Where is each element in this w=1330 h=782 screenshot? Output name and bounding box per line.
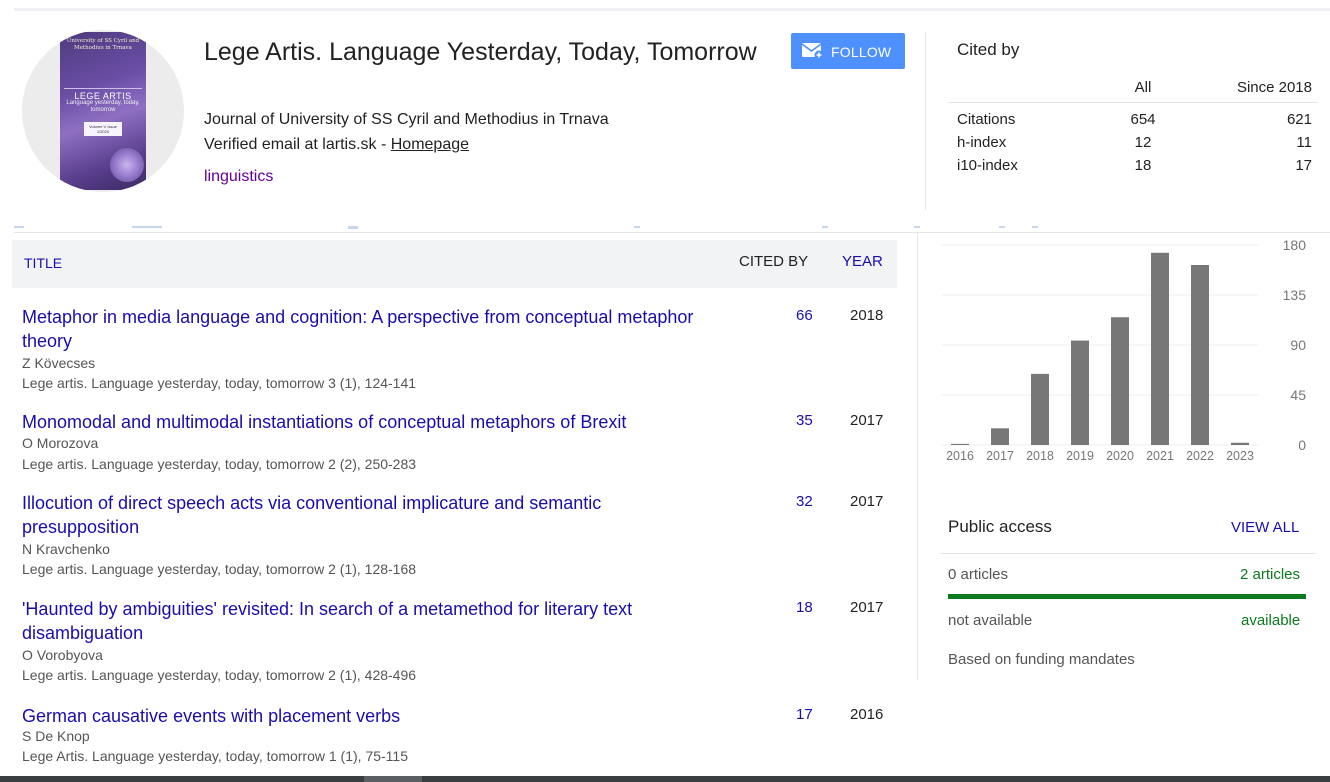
cover-university: University of SS Cyril and Methodius in … xyxy=(66,38,140,51)
histogram-bar-2016[interactable] xyxy=(951,443,969,445)
x-tick-label: 2017 xyxy=(986,449,1014,463)
article-year: 2017 xyxy=(850,412,884,429)
article-authors: O Morozova xyxy=(22,435,99,451)
metric-label: Citations xyxy=(957,111,1016,129)
x-tick-label: 2016 xyxy=(946,449,974,463)
sort-by-title[interactable]: TITLE xyxy=(24,255,62,271)
x-tick-label: 2022 xyxy=(1186,449,1214,463)
top-divider xyxy=(14,8,1330,11)
metric-since: 11 xyxy=(1296,134,1312,151)
available-label: available xyxy=(1241,612,1301,629)
cited-row-citations: Citations 654 621 xyxy=(948,102,1318,131)
article-year: 2017 xyxy=(850,493,884,510)
x-tick-label: 2023 xyxy=(1226,449,1254,463)
interest-link[interactable]: linguistics xyxy=(204,168,273,186)
not-available-label: not available xyxy=(948,612,1033,629)
profile-name: Lege Artis. Language Yesterday, Today, T… xyxy=(204,38,757,66)
article-venue: Lege artis. Language yesterday, today, t… xyxy=(22,667,417,683)
article-cited-count[interactable]: 32 xyxy=(796,493,813,510)
cited-by-table: All Since 2018 Citations 654 621 h-index… xyxy=(948,78,1318,177)
not-available-count[interactable]: 0 articles xyxy=(948,566,1008,583)
header-divider xyxy=(925,32,926,210)
article-authors: Z Kövecses xyxy=(22,355,96,371)
journal-cover-image: University of SS Cyril and Methodius in … xyxy=(60,32,146,190)
y-tick-label: 0 xyxy=(1298,437,1306,453)
article-cited-count[interactable]: 35 xyxy=(796,412,813,429)
x-tick-label: 2018 xyxy=(1026,449,1054,463)
metric-all: 18 xyxy=(1134,157,1152,174)
sort-by-cited[interactable]: CITED BY xyxy=(739,253,808,270)
sort-by-year[interactable]: YEAR xyxy=(842,253,883,270)
cover-subtitle: Language yesterday, today, tomorrow xyxy=(66,100,140,113)
cited-by-title: Cited by xyxy=(957,40,1020,59)
available-count[interactable]: 2 articles xyxy=(1240,566,1300,583)
right-column-divider xyxy=(917,232,918,680)
article-year: 2016 xyxy=(850,706,884,723)
histogram-bar-2019[interactable] xyxy=(1071,340,1089,445)
y-tick-label: 90 xyxy=(1290,337,1306,353)
y-tick-label: 180 xyxy=(1283,237,1307,253)
metric-all: 654 xyxy=(1130,111,1156,129)
article-venue: Lege Artis. Language yesterday, today, t… xyxy=(22,748,408,764)
article-title-link[interactable]: German causative events with placement v… xyxy=(22,704,722,728)
metric-label: i10-index xyxy=(957,157,1018,174)
metric-since: 17 xyxy=(1295,157,1312,174)
cited-row-i10-index: i10-index 18 17 xyxy=(948,154,1318,177)
article-cited-count[interactable]: 17 xyxy=(796,706,813,723)
histogram-bar-2017[interactable] xyxy=(991,428,1009,445)
profile-email: Verified email at lartis.sk - Homepage xyxy=(204,136,469,154)
x-tick-label: 2019 xyxy=(1066,449,1094,463)
article-cited-count[interactable]: 66 xyxy=(796,307,813,324)
funding-mandates-note: Based on funding mandates xyxy=(948,651,1135,668)
follow-button[interactable]: FOLLOW xyxy=(791,33,905,69)
article-title-link[interactable]: Monomodal and multimodal instantiations … xyxy=(22,410,722,434)
articles-table-header: TITLE CITED BY YEAR xyxy=(12,240,897,288)
metric-label: h-index xyxy=(957,134,1007,151)
cover-emblem xyxy=(110,148,144,182)
metric-since: 621 xyxy=(1286,111,1312,129)
article-authors: S De Knop xyxy=(22,728,90,744)
homepage-link[interactable]: Homepage xyxy=(391,136,469,153)
article-year: 2017 xyxy=(850,599,884,616)
article-cited-count[interactable]: 18 xyxy=(796,599,813,616)
article-title-link[interactable]: Illocution of direct speech acts via con… xyxy=(22,491,722,539)
public-access-bar xyxy=(948,594,1306,599)
histogram-bar-2022[interactable] xyxy=(1191,265,1209,445)
scrollbar-thumb[interactable] xyxy=(364,776,422,782)
citations-histogram: 0 45 90 135 180 2016 2017 2018 2019 2020 2021 2022 2… xyxy=(942,237,1307,463)
profile-affiliation: Journal of University of SS Cyril and Me… xyxy=(204,111,609,128)
article-title-link[interactable]: Metaphor in media language and cognition… xyxy=(22,305,722,353)
cited-col-label xyxy=(948,78,1098,103)
cited-col-all: All xyxy=(1098,78,1188,103)
cited-col-since: Since 2018 xyxy=(1188,78,1318,103)
bottom-scrollbar[interactable] xyxy=(0,776,1330,782)
y-tick-label: 135 xyxy=(1283,287,1307,303)
article-authors: O Vorobyova xyxy=(22,647,103,663)
public-access-divider xyxy=(940,553,1316,554)
article-authors: N Kravchenko xyxy=(22,541,110,557)
public-access-bar-fill xyxy=(948,594,1306,599)
follow-label: FOLLOW xyxy=(831,44,892,60)
histogram-bar-2021[interactable] xyxy=(1151,252,1169,445)
histogram-bar-2020[interactable] xyxy=(1111,317,1129,445)
article-year: 2018 xyxy=(850,307,884,324)
follow-mail-icon xyxy=(802,43,824,59)
email-text: Verified email at lartis.sk - xyxy=(204,136,391,153)
article-title-link[interactable]: 'Haunted by ambiguities' revisited: In s… xyxy=(22,597,722,645)
cited-row-h-index: h-index 12 11 xyxy=(948,131,1318,154)
x-tick-label: 2020 xyxy=(1106,449,1134,463)
cover-volume: Volume V Issue 1/2020 xyxy=(84,122,122,136)
metric-all: 12 xyxy=(1134,134,1152,151)
histogram-bar-2018[interactable] xyxy=(1031,373,1049,445)
profile-photo[interactable]: University of SS Cyril and Methodius in … xyxy=(22,30,184,192)
public-access-title: Public access xyxy=(948,517,1052,536)
view-all-link[interactable]: VIEW ALL xyxy=(1231,519,1299,536)
article-venue: Lege artis. Language yesterday, today, t… xyxy=(22,456,417,472)
section-divider xyxy=(14,232,1330,233)
y-tick-label: 45 xyxy=(1290,387,1306,403)
histogram-bar-2023[interactable] xyxy=(1231,442,1249,445)
x-tick-label: 2021 xyxy=(1146,449,1174,463)
article-venue: Lege artis. Language yesterday, today, t… xyxy=(22,375,417,391)
article-venue: Lege artis. Language yesterday, today, t… xyxy=(22,561,417,577)
